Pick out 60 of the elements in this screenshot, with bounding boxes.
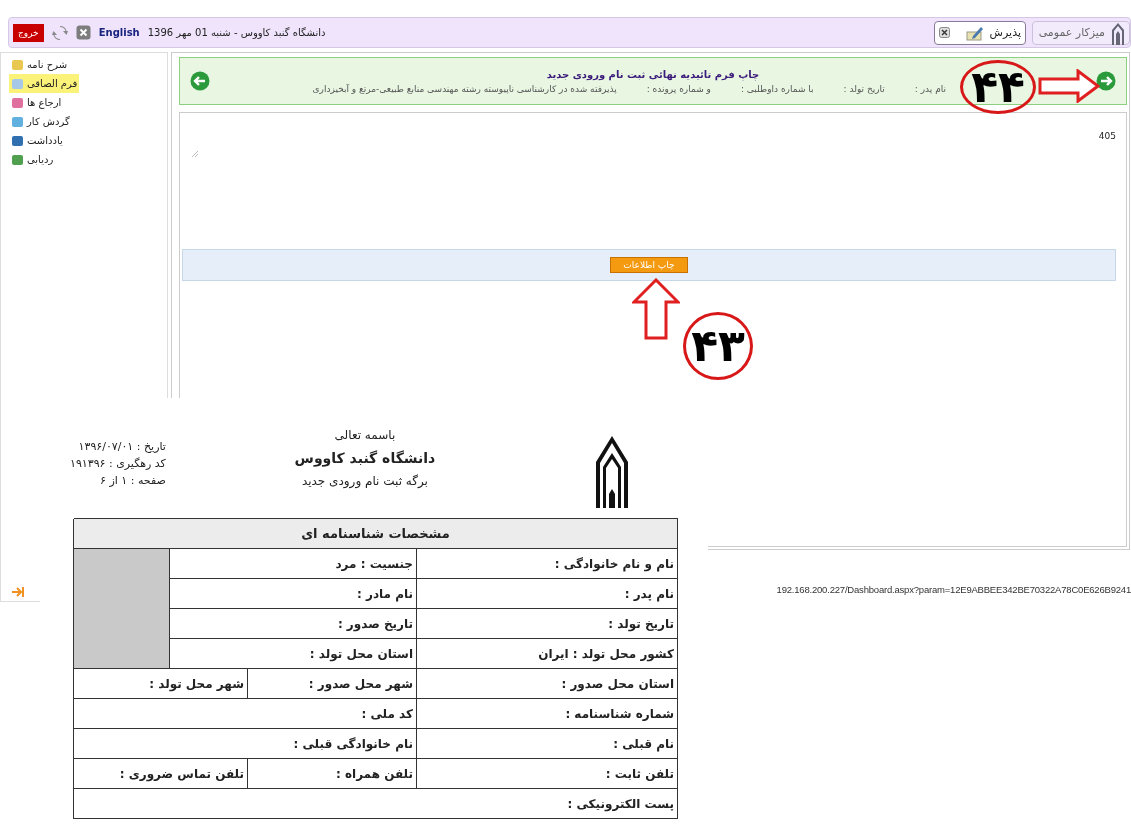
- table-cell: تلفن تماس ضروری :: [73, 759, 247, 789]
- form-title: چاپ فرم تائیدیه نهائی ثبت نام ورودی جدید: [545, 68, 761, 80]
- sidebar-item[interactable]: شرح نامه: [9, 55, 70, 74]
- arrow-icon: [632, 278, 680, 340]
- annotation-number: ۴۳: [683, 312, 753, 380]
- close-icon[interactable]: [939, 27, 950, 38]
- table-cell: تلفن همراه :: [247, 759, 416, 789]
- annotation-number: ۴۴: [960, 60, 1036, 114]
- table-title: مشخصات شناسنامه ای: [73, 519, 677, 549]
- field-label: تاریخ تولد :: [843, 83, 885, 94]
- field-label: و شماره پرونده :: [646, 83, 711, 94]
- table-cell: نام قبلی :: [416, 729, 677, 759]
- active-tab[interactable]: پذیرش: [934, 20, 1026, 45]
- field-label: پذیرفته شده در کارشناسی ناپیوسته رشته مهندسی منابع طبیعی-مرتع و آبخیزداری: [312, 83, 617, 94]
- table-cell: نام پدر :: [416, 579, 677, 609]
- table-cell: استان محل تولد :: [169, 639, 416, 669]
- document-heading: باسمه تعالی: [334, 428, 396, 442]
- collapse-arrow-icon[interactable]: [11, 587, 25, 597]
- table-cell: نام خانوادگی قبلی :: [73, 729, 416, 759]
- tab[interactable]: میزکار عمومی: [1032, 20, 1130, 45]
- meta-text: تاریخ : ۱۳۹۶/۰۷/۰۱: [77, 440, 166, 453]
- arrow-icon: [1038, 69, 1100, 103]
- exit-button[interactable]: خروج: [13, 23, 44, 42]
- sidebar-item[interactable]: فرم الصاقی: [9, 74, 80, 93]
- field-label: نام پدر :: [914, 83, 946, 94]
- table-cell: جنسیت : مرد: [169, 549, 416, 579]
- status-url: 192.168.200.227/Dashboard.aspx?param=12E9ABBEE342BE70322A78C0E626B9241: [776, 584, 1131, 595]
- form-name: برگه ثبت نام ورودی جدید: [301, 474, 428, 488]
- resize-grip-icon: [192, 151, 198, 157]
- date-text: دانشگاه گنبد کاووس - شنبه 01 مهر 1396: [147, 27, 326, 38]
- sidebar-item[interactable]: ردیابی: [9, 150, 56, 169]
- sidebar-item[interactable]: گردش کار: [9, 112, 72, 131]
- table-cell: شماره شناسنامه :: [416, 699, 677, 729]
- field-label: با شماره داوطلبی :: [740, 83, 814, 94]
- table-cell: تاریخ تولد :: [416, 609, 677, 639]
- menu-item-icon: [11, 115, 24, 128]
- counter-text: 405: [1098, 131, 1116, 141]
- table-cell: شهر محل صدور :: [247, 669, 416, 699]
- university-name: دانشگاه گنبد کاووس: [294, 450, 436, 466]
- meta-text: کد رهگیری : ۱۹۱۳۹۶: [70, 457, 166, 470]
- menu-item-icon: [11, 58, 24, 71]
- table-cell: نام مادر :: [169, 579, 416, 609]
- table-cell: تاریخ صدور :: [169, 609, 416, 639]
- sidebar-item[interactable]: یادداشت: [9, 131, 65, 150]
- menu-item-icon: [11, 96, 24, 109]
- menu-item-icon: [11, 153, 24, 166]
- table-cell: استان محل صدور :: [416, 669, 677, 699]
- table-cell: نام و نام خانوادگی :: [416, 549, 677, 579]
- table-cell: تلفن ثابت :: [416, 759, 677, 789]
- pencil-icon: [965, 24, 984, 41]
- table-cell: پست الکترونیکی :: [73, 789, 677, 819]
- table-cell: کشور محل تولد : ایران: [416, 639, 677, 669]
- language-link[interactable]: English: [98, 27, 140, 38]
- table-cell: شهر محل تولد :: [73, 669, 247, 699]
- table-cell: کد ملی :: [73, 699, 416, 729]
- sidebar-item[interactable]: ارجاع ها: [9, 93, 64, 112]
- refresh-icon[interactable]: [51, 24, 68, 41]
- menu-item-icon: [11, 134, 24, 147]
- meta-text: صفحه : ۱ از ۶: [99, 474, 166, 487]
- menu-item-icon: [11, 77, 24, 90]
